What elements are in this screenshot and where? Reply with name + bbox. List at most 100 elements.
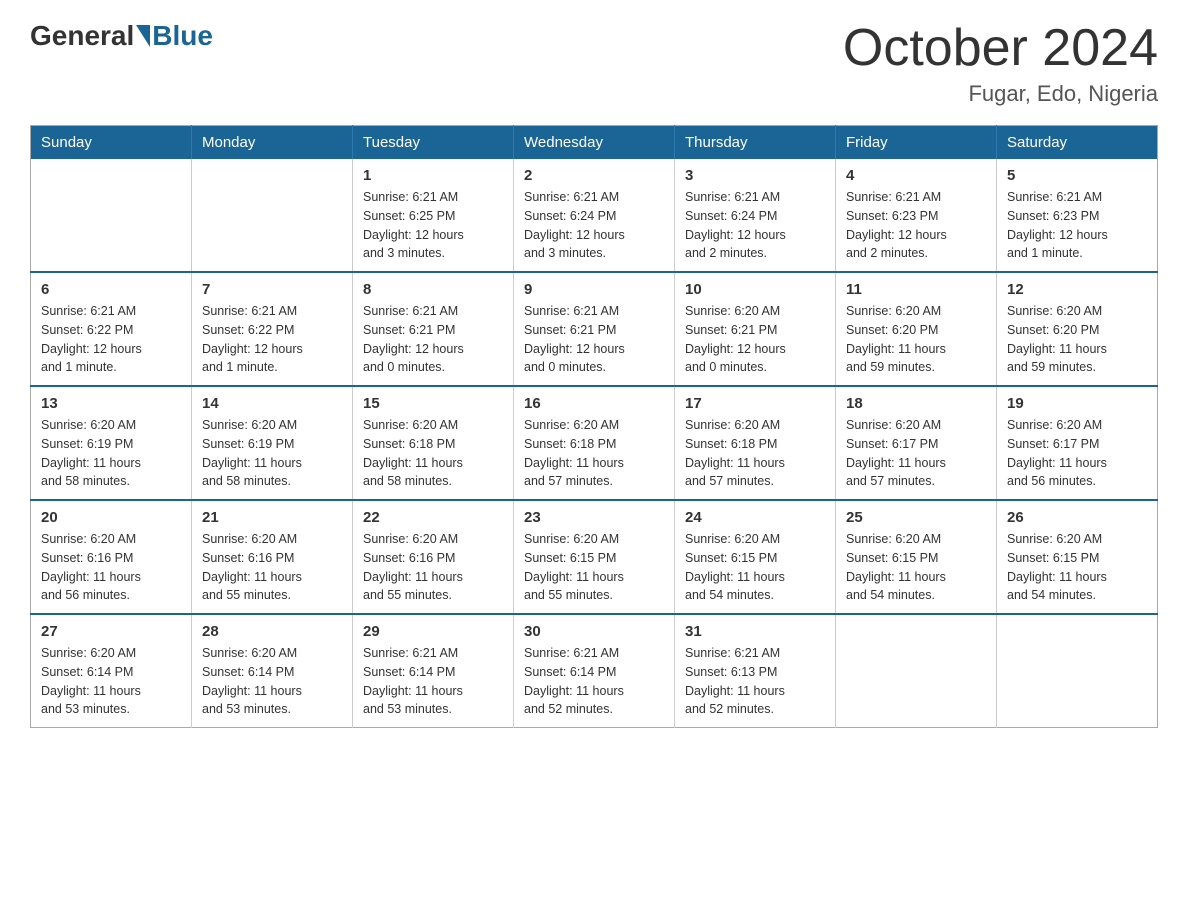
calendar-cell: 11 Sunrise: 6:20 AMSunset: 6:20 PMDayligh… [836, 272, 997, 386]
day-info: Sunrise: 6:20 AMSunset: 6:14 PMDaylight:… [202, 644, 342, 719]
day-info: Sunrise: 6:20 AMSunset: 6:20 PMDaylight:… [846, 302, 986, 377]
calendar-cell: 20 Sunrise: 6:20 AMSunset: 6:16 PMDayligh… [31, 500, 192, 614]
day-info: Sunrise: 6:21 AMSunset: 6:24 PMDaylight:… [685, 188, 825, 263]
day-info: Sunrise: 6:20 AMSunset: 6:21 PMDaylight:… [685, 302, 825, 377]
calendar-cell: 15Sunrise: 6:20 AMSunset: 6:18 PMDayligh… [353, 386, 514, 500]
day-info: Sunrise: 6:21 AMSunset: 6:24 PMDaylight:… [524, 188, 664, 263]
day-info: Sunrise: 6:20 AMSunset: 6:18 PMDaylight:… [685, 416, 825, 491]
day-number: 7 [202, 281, 342, 298]
day-info: Sunrise: 6:20 AMSunset: 6:15 PMDaylight:… [524, 530, 664, 605]
week-row-4: 20 Sunrise: 6:20 AMSunset: 6:16 PMDayligh… [31, 500, 1158, 614]
day-info: Sunrise: 6:20 AMSunset: 6:19 PMDaylight:… [41, 416, 181, 491]
calendar-cell: 7Sunrise: 6:21 AMSunset: 6:22 PMDaylight… [192, 272, 353, 386]
day-info: Sunrise: 6:21 AMSunset: 6:25 PMDaylight:… [363, 188, 503, 263]
day-info: Sunrise: 6:21 AMSunset: 6:23 PMDaylight:… [1007, 188, 1147, 263]
calendar-cell: 10 Sunrise: 6:20 AMSunset: 6:21 PMDayligh… [675, 272, 836, 386]
day-number: 16 [524, 395, 664, 412]
day-info: Sunrise: 6:20 AMSunset: 6:15 PMDaylight:… [1007, 530, 1147, 605]
day-number: 14 [202, 395, 342, 412]
calendar-table: SundayMondayTuesdayWednesdayThursdayFrid… [30, 125, 1158, 728]
day-number: 20 [41, 509, 181, 526]
calendar-cell: 25Sunrise: 6:20 AMSunset: 6:15 PMDayligh… [836, 500, 997, 614]
calendar-cell: 12 Sunrise: 6:20 AMSunset: 6:20 PMDayligh… [997, 272, 1158, 386]
calendar-cell [31, 159, 192, 272]
day-info: Sunrise: 6:21 AMSunset: 6:13 PMDaylight:… [685, 644, 825, 719]
calendar-cell: 31 Sunrise: 6:21 AMSunset: 6:13 PMDayligh… [675, 614, 836, 728]
month-title: October 2024 [843, 20, 1158, 77]
calendar-cell [192, 159, 353, 272]
day-number: 19 [1007, 395, 1147, 412]
day-number: 5 [1007, 167, 1147, 184]
calendar-cell: 3Sunrise: 6:21 AMSunset: 6:24 PMDaylight… [675, 159, 836, 272]
calendar-cell: 4Sunrise: 6:21 AMSunset: 6:23 PMDaylight… [836, 159, 997, 272]
calendar-cell: 27 Sunrise: 6:20 AMSunset: 6:14 PMDayligh… [31, 614, 192, 728]
day-number: 6 [41, 281, 181, 298]
header-thursday: Thursday [675, 126, 836, 160]
day-number: 10 [685, 281, 825, 298]
day-number: 27 [41, 623, 181, 640]
day-number: 13 [41, 395, 181, 412]
day-number: 11 [846, 281, 986, 298]
calendar-cell: 21Sunrise: 6:20 AMSunset: 6:16 PMDayligh… [192, 500, 353, 614]
calendar-cell: 6 Sunrise: 6:21 AMSunset: 6:22 PMDaylight… [31, 272, 192, 386]
day-number: 26 [1007, 509, 1147, 526]
calendar-cell: 29 Sunrise: 6:21 AMSunset: 6:14 PMDayligh… [353, 614, 514, 728]
calendar-cell: 30 Sunrise: 6:21 AMSunset: 6:14 PMDayligh… [514, 614, 675, 728]
calendar-cell: 1 Sunrise: 6:21 AMSunset: 6:25 PMDaylight… [353, 159, 514, 272]
week-row-5: 27 Sunrise: 6:20 AMSunset: 6:14 PMDayligh… [31, 614, 1158, 728]
day-info: Sunrise: 6:21 AMSunset: 6:22 PMDaylight:… [41, 302, 181, 377]
calendar-header-row: SundayMondayTuesdayWednesdayThursdayFrid… [31, 126, 1158, 160]
day-number: 21 [202, 509, 342, 526]
day-number: 29 [363, 623, 503, 640]
calendar-cell: 17Sunrise: 6:20 AMSunset: 6:18 PMDayligh… [675, 386, 836, 500]
location-title: Fugar, Edo, Nigeria [843, 81, 1158, 107]
day-number: 22 [363, 509, 503, 526]
day-info: Sunrise: 6:21 AMSunset: 6:21 PMDaylight:… [363, 302, 503, 377]
day-info: Sunrise: 6:20 AMSunset: 6:19 PMDaylight:… [202, 416, 342, 491]
header-monday: Monday [192, 126, 353, 160]
logo-general-text: General [30, 20, 134, 52]
logo: General Blue [30, 20, 213, 52]
day-number: 1 [363, 167, 503, 184]
day-number: 15 [363, 395, 503, 412]
week-row-3: 13 Sunrise: 6:20 AMSunset: 6:19 PMDayligh… [31, 386, 1158, 500]
calendar-cell: 22Sunrise: 6:20 AMSunset: 6:16 PMDayligh… [353, 500, 514, 614]
logo-triangle-icon [136, 25, 150, 47]
header-sunday: Sunday [31, 126, 192, 160]
day-info: Sunrise: 6:20 AMSunset: 6:17 PMDaylight:… [1007, 416, 1147, 491]
day-number: 30 [524, 623, 664, 640]
calendar-cell: 23 Sunrise: 6:20 AMSunset: 6:15 PMDayligh… [514, 500, 675, 614]
day-info: Sunrise: 6:21 AMSunset: 6:23 PMDaylight:… [846, 188, 986, 263]
week-row-1: 1 Sunrise: 6:21 AMSunset: 6:25 PMDaylight… [31, 159, 1158, 272]
week-row-2: 6 Sunrise: 6:21 AMSunset: 6:22 PMDaylight… [31, 272, 1158, 386]
day-number: 24 [685, 509, 825, 526]
day-info: Sunrise: 6:20 AMSunset: 6:14 PMDaylight:… [41, 644, 181, 719]
header-wednesday: Wednesday [514, 126, 675, 160]
logo-blue-text: Blue [152, 20, 213, 52]
day-number: 18 [846, 395, 986, 412]
header-saturday: Saturday [997, 126, 1158, 160]
calendar-cell: 26 Sunrise: 6:20 AMSunset: 6:15 PMDayligh… [997, 500, 1158, 614]
day-info: Sunrise: 6:21 AMSunset: 6:14 PMDaylight:… [363, 644, 503, 719]
calendar-cell [836, 614, 997, 728]
calendar-cell: 19 Sunrise: 6:20 AMSunset: 6:17 PMDayligh… [997, 386, 1158, 500]
header-tuesday: Tuesday [353, 126, 514, 160]
day-number: 8 [363, 281, 503, 298]
header-friday: Friday [836, 126, 997, 160]
page-header: General Blue October 2024 Fugar, Edo, Ni… [30, 20, 1158, 107]
day-number: 12 [1007, 281, 1147, 298]
day-number: 23 [524, 509, 664, 526]
day-info: Sunrise: 6:20 AMSunset: 6:16 PMDaylight:… [41, 530, 181, 605]
day-number: 28 [202, 623, 342, 640]
calendar-cell: 5 Sunrise: 6:21 AMSunset: 6:23 PMDaylight… [997, 159, 1158, 272]
day-number: 9 [524, 281, 664, 298]
day-info: Sunrise: 6:21 AMSunset: 6:14 PMDaylight:… [524, 644, 664, 719]
day-info: Sunrise: 6:20 AMSunset: 6:20 PMDaylight:… [1007, 302, 1147, 377]
calendar-cell: 24Sunrise: 6:20 AMSunset: 6:15 PMDayligh… [675, 500, 836, 614]
day-info: Sunrise: 6:20 AMSunset: 6:18 PMDaylight:… [524, 416, 664, 491]
calendar-cell: 8 Sunrise: 6:21 AMSunset: 6:21 PMDaylight… [353, 272, 514, 386]
calendar-cell: 14 Sunrise: 6:20 AMSunset: 6:19 PMDayligh… [192, 386, 353, 500]
day-info: Sunrise: 6:21 AMSunset: 6:21 PMDaylight:… [524, 302, 664, 377]
day-number: 31 [685, 623, 825, 640]
calendar-cell: 9 Sunrise: 6:21 AMSunset: 6:21 PMDaylight… [514, 272, 675, 386]
